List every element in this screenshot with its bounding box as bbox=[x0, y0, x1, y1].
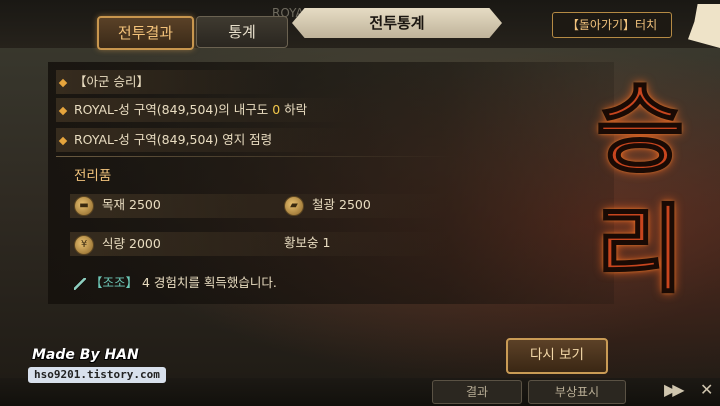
loot-title: 전리품 bbox=[74, 168, 112, 184]
fast-forward-icon[interactable]: ▶▶ bbox=[664, 380, 685, 399]
hero-experience-row: 【조조】 4 경험치를 획득했습니다. bbox=[74, 272, 277, 294]
occupy-text: ROYAL-성 구역(849,504) 영지 점령 bbox=[74, 132, 273, 147]
hero-name: 【조조】 bbox=[90, 275, 139, 290]
exp-text: 경험치를 획득했습니다. bbox=[149, 275, 277, 290]
victory-text: 【아군 승리】 bbox=[74, 74, 149, 89]
result-row-occupy: ROYAL-성 구역(849,504) 영지 점령 bbox=[58, 128, 273, 152]
grain-icon: ¥ bbox=[74, 234, 94, 255]
loot-value: 1 bbox=[322, 235, 331, 250]
loot-value: 2000 bbox=[129, 236, 161, 251]
exp-amount: 4 bbox=[142, 275, 150, 290]
loot-label: 황보숭 bbox=[284, 235, 319, 250]
page-title: 전투통계 bbox=[292, 8, 502, 38]
loot-label: 철광 bbox=[312, 197, 336, 212]
injury-display-button[interactable]: 부상표시 bbox=[528, 380, 626, 404]
loot-item-general: 황보숭 1 bbox=[284, 232, 330, 254]
wood-icon: ▬ bbox=[74, 195, 94, 216]
loot-value: 2500 bbox=[339, 197, 371, 212]
loot-label: 식량 bbox=[102, 236, 126, 251]
durability-suffix: 하락 bbox=[280, 102, 308, 117]
result-row-victory: 【아군 승리】 bbox=[58, 70, 149, 94]
back-button[interactable]: 【돌아가기】터치 bbox=[552, 12, 672, 38]
tab-battle-result[interactable]: 전투결과 bbox=[97, 16, 194, 50]
diamond-bullet-icon bbox=[58, 136, 68, 145]
credit-watermark: Made By HAN bbox=[32, 347, 139, 363]
tab-statistics[interactable]: 통계 bbox=[196, 16, 288, 48]
loot-label: 목재 bbox=[102, 197, 126, 212]
loot-item-iron: ▰ 철광 2500 bbox=[284, 194, 371, 216]
diamond-bullet-icon bbox=[58, 78, 68, 87]
credit-url: hso9201.tistory.com bbox=[28, 367, 166, 383]
divider bbox=[56, 156, 456, 157]
result-button[interactable]: 결과 bbox=[432, 380, 522, 404]
result-row-durability: ROYAL-성 구역(849,504)의 내구도 0 하락 bbox=[58, 98, 308, 122]
durability-prefix: ROYAL-성 구역(849,504)의 내구도 bbox=[74, 102, 273, 117]
loot-item-wood: ▬ 목재 2500 bbox=[74, 194, 161, 216]
sword-icon bbox=[74, 277, 86, 290]
durability-value: 0 bbox=[272, 102, 281, 117]
loot-value: 2500 bbox=[129, 197, 161, 212]
diamond-bullet-icon bbox=[58, 106, 68, 115]
close-icon[interactable]: ✕ bbox=[700, 380, 714, 399]
loot-item-grain: ¥ 식량 2000 bbox=[74, 233, 161, 255]
victory-banner: 승리 bbox=[595, 72, 685, 307]
iron-icon: ▰ bbox=[284, 195, 304, 216]
replay-button[interactable]: 다시 보기 bbox=[506, 338, 608, 374]
